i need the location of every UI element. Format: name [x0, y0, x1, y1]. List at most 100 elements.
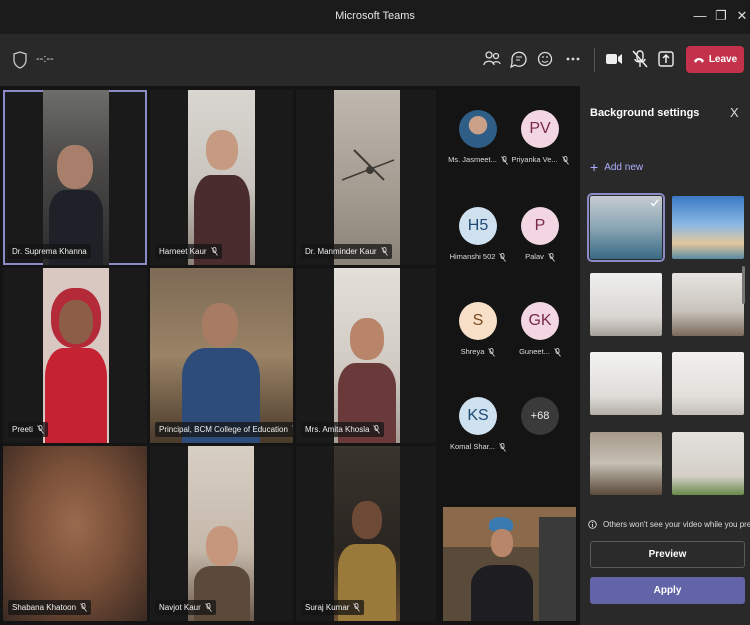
participant-name: Suraj Kumar [305, 603, 350, 612]
add-new-label: Add new [604, 161, 644, 173]
roster-name: Priyanka Ve... [505, 155, 575, 165]
participant-video [334, 90, 400, 265]
video-tile[interactable]: Shabana Khatoon [3, 446, 147, 621]
add-new-button[interactable]: + Add new [590, 159, 643, 175]
background-option[interactable] [590, 273, 662, 336]
more-participants-button[interactable]: +68 [521, 397, 559, 435]
mic-muted-icon [204, 603, 212, 612]
mic-muted-icon [499, 442, 506, 452]
avatar[interactable]: P [521, 207, 559, 245]
mic-muted-icon [488, 347, 496, 357]
participant-name: Principal, BCM College of Education [159, 425, 288, 434]
participant-name: Mrs. Amita Khosla [305, 425, 370, 434]
roster-name-text: Himanshi 502 [449, 252, 496, 261]
mic-muted-icon [554, 347, 561, 357]
participant-name: Dr. Suprema Khanna [12, 247, 87, 256]
window-title: Microsoft Teams [335, 10, 415, 22]
background-option[interactable] [590, 352, 662, 415]
mic-muted-icon [548, 252, 555, 262]
avatar-initials: PV [529, 120, 551, 137]
maximize-button[interactable]: ❐ [714, 8, 728, 24]
roster-name-text: Shreya [460, 347, 485, 356]
video-tile[interactable]: Principal, BCM College of Education [150, 268, 293, 443]
participant-video [150, 268, 293, 443]
preview-note-text: Others won't see your video while you pr… [603, 520, 750, 529]
participant-name: Dr. Manminder Kaur [305, 247, 377, 256]
roster-name: Komal Shar... [443, 442, 513, 452]
close-panel-button[interactable]: X [730, 105, 739, 120]
mic-muted-icon [210, 247, 218, 256]
participant-name: Navjot Kaur [159, 603, 201, 612]
people-icon[interactable] [481, 48, 503, 70]
camera-icon[interactable] [603, 48, 625, 70]
video-tile[interactable]: Dr. Manminder Kaur [296, 90, 436, 265]
avatar[interactable]: GK [521, 302, 559, 340]
preview-note: Others won't see your video while you pr… [588, 520, 750, 529]
mic-muted-icon[interactable] [629, 48, 651, 70]
reactions-icon[interactable] [535, 48, 557, 70]
participant-name-label: Principal, BCM College of Education [155, 422, 293, 437]
participant-video [3, 446, 147, 621]
checkmark-icon [650, 199, 659, 207]
meeting-toolbar: --:-- Leave [0, 34, 750, 86]
meeting-timer: --:-- [36, 53, 54, 65]
video-tile[interactable]: Suraj Kumar [296, 446, 436, 621]
participant-video [43, 268, 109, 443]
video-tile[interactable]: Harneet Kaur [150, 90, 293, 265]
participant-name-label: Shabana Khatoon [8, 600, 92, 615]
participant-video [43, 90, 109, 265]
background-option[interactable] [672, 432, 744, 495]
participant-name: Shabana Khatoon [12, 603, 77, 612]
background-option-selected[interactable] [587, 193, 665, 262]
chat-icon[interactable] [508, 48, 530, 70]
minimize-button[interactable]: — [693, 8, 707, 24]
video-tile[interactable]: Mrs. Amita Khosla [296, 268, 436, 443]
avatar-initials: GK [528, 312, 552, 329]
more-options-icon[interactable] [562, 48, 584, 70]
panel-scrollbar[interactable] [742, 266, 745, 304]
background-option[interactable] [672, 273, 744, 336]
panel-title: Background settings [590, 107, 700, 119]
mic-muted-icon [373, 425, 381, 434]
participant-name-label: Dr. Manminder Kaur [301, 244, 392, 259]
roster-name-text: Komal Shar... [449, 442, 496, 451]
background-option[interactable] [590, 432, 662, 495]
close-window-button[interactable]: ✕ [735, 8, 749, 24]
avatar[interactable] [459, 110, 497, 148]
avatar[interactable]: S [459, 302, 497, 340]
mic-muted-icon [561, 155, 569, 165]
background-option[interactable] [672, 352, 744, 415]
roster-name-text: Priyanka Ve... [511, 155, 558, 164]
share-screen-icon[interactable] [655, 48, 677, 70]
title-bar: Microsoft Teams — ❐ ✕ [0, 0, 750, 34]
roster-name-text: Ms. Jasmeet... [448, 155, 497, 164]
mic-muted-icon [80, 603, 87, 612]
plus-icon: + [590, 159, 599, 175]
avatar-initials: KS [467, 407, 489, 424]
toolbar-divider [594, 48, 595, 72]
video-tile[interactable]: Preeti [3, 268, 147, 443]
background-option[interactable] [672, 196, 744, 259]
self-view-video[interactable] [443, 507, 576, 621]
participant-name-label: Preeti [8, 422, 48, 437]
shield-icon[interactable] [12, 51, 28, 69]
phone-hangup-icon [693, 57, 704, 63]
apply-button[interactable]: Apply [590, 577, 745, 604]
participant-name: Harneet Kaur [159, 247, 207, 256]
video-tile[interactable]: Dr. Suprema Khanna [3, 90, 147, 265]
participant-name-label: Dr. Suprema Khanna [8, 244, 91, 259]
mic-muted-icon [380, 247, 388, 256]
avatar[interactable]: H5 [459, 207, 497, 245]
participant-video [334, 268, 400, 443]
roster-name-text: Palav [525, 252, 544, 261]
participant-name-label: Mrs. Amita Khosla [301, 422, 385, 437]
mic-muted-icon [37, 425, 44, 434]
video-tile[interactable]: Navjot Kaur [150, 446, 293, 621]
roster-name: Shreya [443, 347, 513, 357]
participant-video [334, 446, 400, 621]
mic-muted-icon [353, 603, 361, 612]
avatar[interactable]: KS [459, 397, 497, 435]
leave-button[interactable]: Leave [686, 46, 744, 73]
preview-button[interactable]: Preview [590, 541, 745, 568]
avatar[interactable]: PV [521, 110, 559, 148]
